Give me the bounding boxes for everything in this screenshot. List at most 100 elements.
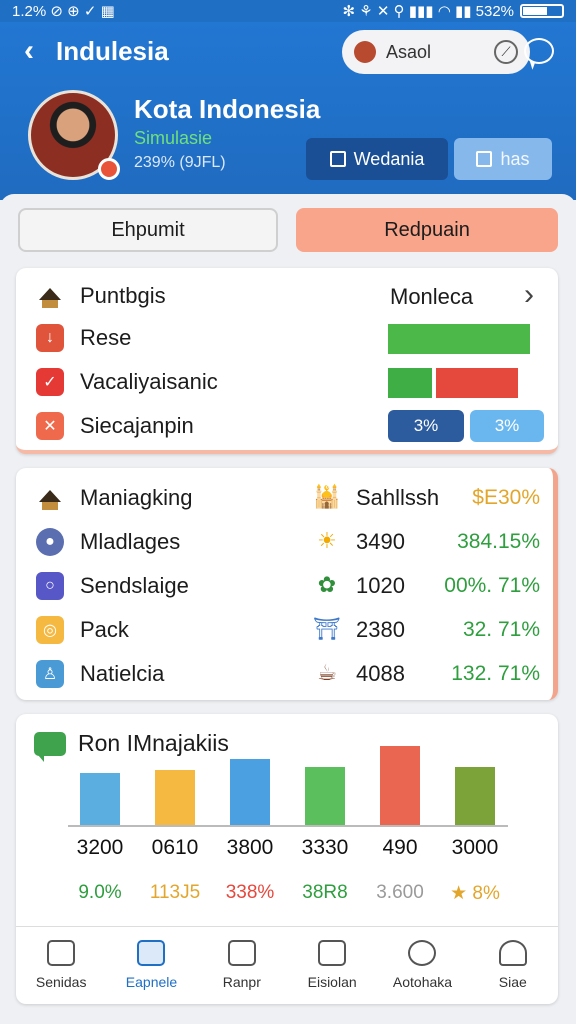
list-item-label: Vacaliyaisanic [80,369,218,394]
chart-value-label: 0610 [151,836,199,859]
person-icon [498,939,527,966]
people-icon [227,939,256,966]
status-dot-icon [98,158,120,180]
chart-value-label: 3000 [451,836,499,859]
nav-label: Aotohaka [392,973,453,990]
chevron-right-icon[interactable]: › [524,278,534,312]
profile-subtitle: Simulasie [134,128,213,148]
home-icon [47,939,76,966]
back-button[interactable]: ‹ [24,36,34,66]
progress-bar-rese [388,324,530,354]
profile-meta: 239% (9JFL) [134,154,226,171]
nav-item-eisiolan[interactable]: Eisiolan [287,927,377,1002]
cup-icon: ☕ [317,660,337,685]
chart-bar[interactable] [305,767,345,825]
bottom-nav: Senidas Eapnele Ranpr Eisiolan Aotohaka … [16,926,558,1002]
chart-bar[interactable] [80,773,120,825]
nav-item-senidas[interactable]: Senidas [16,927,106,1002]
edit-icon [137,939,166,966]
compass-icon[interactable]: ⟋ [494,40,518,64]
status-left: 1.2% ⊘ ⊕ ✓ ▦ [12,3,115,20]
shrine-icon: ⛩ [313,616,341,641]
card1-header: Puntbgis [36,280,166,312]
list-item-label: Natielcia [80,661,165,686]
has-button[interactable]: has [454,138,552,180]
leaf-icon: ✿ [317,572,337,597]
pill-left[interactable]: 3% [388,410,464,442]
list-item-label: Maniagking [80,485,193,510]
row-percent: 00%. 71% [444,574,540,597]
chart-value-label: 3200 [76,836,124,859]
stats-card: Maniagking ● Mladlages ○ Sendslaige ◎ Pa… [16,468,558,700]
list-item[interactable]: ○ Sendslaige [36,570,189,602]
status-right-text: ✻ ⚘ ✕ ⚲ ▮▮▮ ◠ ▮▮ 532% [342,3,514,20]
search-input[interactable]: Asaol ⟋ [342,30,530,74]
nav-label: Siae [498,973,527,990]
tab-ehpumit[interactable]: Ehpumit [18,208,278,252]
chart-bar[interactable] [230,759,270,825]
nav-item-eapnele[interactable]: Eapnele [106,927,196,1002]
progress-bar-red [436,368,518,398]
cross-icon: ✕ [36,412,64,440]
target-icon: ◎ [36,616,64,644]
row-value: 3490 [356,529,405,554]
chart-percent-label: 3.600 [376,882,424,903]
list-item[interactable]: ♙ Natielcia [36,658,164,690]
status-bar: 1.2% ⊘ ⊕ ✓ ▦ ✻ ⚘ ✕ ⚲ ▮▮▮ ◠ ▮▮ 532% [0,0,576,22]
row-value: Sahllssh [356,485,440,510]
tab-redpuain[interactable]: Redpuain [296,208,558,252]
nav-label: Eisiolan [307,973,357,990]
check-icon: ✓ [36,368,64,396]
app-header: ‹ Indulesia Asaol ⟋ Kota Indonesia Simul… [0,22,576,200]
summary-card: Puntbgis Monleca › ↓ Rese ✓ Vacaliyaisan… [16,268,558,454]
nav-item-ranpr[interactable]: Ranpr [197,927,287,1002]
card1-header-left: Puntbgis [80,283,166,308]
mini-avatar-icon [354,41,376,63]
media-button-label: Wedania [353,148,425,169]
nav-label: Senidas [35,973,87,990]
nav-item-aotohaka[interactable]: Aotohaka [377,927,467,1002]
list-item[interactable]: ◎ Pack [36,614,129,646]
ring-icon: ○ [36,572,64,600]
mosque-icon: 🕌 [313,484,341,509]
has-button-label: has [500,148,530,169]
list-item[interactable]: ● Mladlages [36,526,180,558]
list-item[interactable]: ✕ Siecajanpin [36,410,194,442]
slash-box-icon [476,151,493,167]
chart-percent-label: 338% [225,882,275,903]
chart-bar[interactable] [155,770,195,825]
temple-icon [36,282,64,310]
search-label: Asaol [386,41,432,62]
row-value: 2380 [356,617,405,642]
chart-bar[interactable] [380,746,420,825]
globe-icon [408,939,437,966]
pill-right[interactable]: 3% [470,410,544,442]
nav-label: Ranpr [222,973,261,990]
media-button[interactable]: Wedania [306,138,448,180]
nav-item-siae[interactable]: Siae [468,927,558,1002]
chart-bar[interactable] [455,767,495,825]
temple-icon [36,484,64,512]
status-right: ✻ ⚘ ✕ ⚲ ▮▮▮ ◠ ▮▮ 532% [343,2,564,20]
page-title: Indulesia [56,36,169,66]
list-item[interactable]: ↓ Rese [36,322,131,354]
sun-icon: ☀ [317,528,337,553]
chart-value-label: 3800 [226,836,274,859]
row-value: 4088 [356,661,405,686]
building-icon [329,151,346,167]
person-icon: ● [36,528,64,556]
chat-icon[interactable] [524,38,554,64]
row-percent: 384.15% [457,530,540,553]
profile-name: Kota Indonesia [134,94,321,124]
chart-percent-label: 113J5 [149,882,201,903]
list-item[interactable]: ✓ Vacaliyaisanic [36,366,218,398]
row-percent: 132. 71% [451,662,540,685]
battery-icon [520,4,564,18]
board-icon [318,939,347,966]
card1-header-right[interactable]: Monleca [390,284,473,310]
progress-bar-green [388,368,432,398]
list-item-label: Siecajanpin [80,413,194,438]
chart-axis [68,825,508,827]
list-item[interactable]: Maniagking [36,482,193,514]
chart-percent-label: 9.0% [78,882,122,903]
